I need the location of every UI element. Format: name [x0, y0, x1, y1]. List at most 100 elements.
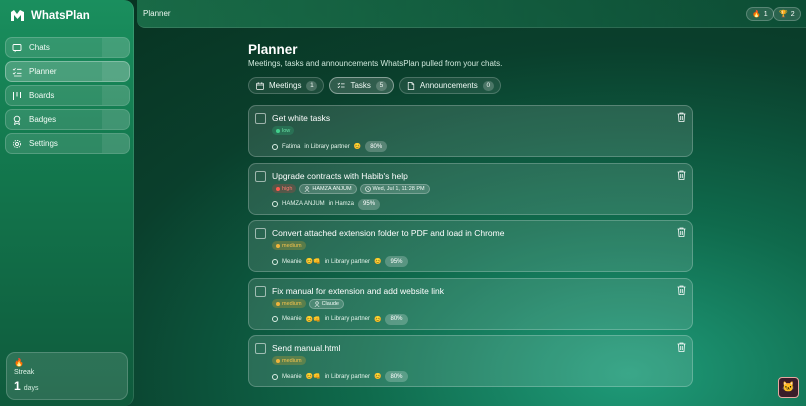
- task-card: Upgrade contracts with Habib's help high…: [248, 162, 693, 215]
- trash-icon[interactable]: [677, 285, 686, 295]
- tab-label: Meetings: [269, 81, 302, 90]
- planner-tabs: Meetings 1 Tasks 5 Announcements 0: [248, 77, 501, 94]
- checklist-icon: [338, 82, 346, 88]
- trash-icon[interactable]: [677, 342, 686, 352]
- priority-badge: high: [272, 184, 297, 193]
- task-checkbox[interactable]: [255, 285, 266, 297]
- brand[interactable]: WhatsPlan: [10, 9, 90, 23]
- task-card: Send manual.html medium Meanie 😊👊 in Lib…: [248, 335, 693, 387]
- streak-value: 1: [14, 379, 21, 393]
- sidebar-item-settings[interactable]: Settings: [5, 133, 130, 154]
- task-chat: in Library partner: [324, 373, 370, 380]
- tab-announcements[interactable]: Announcements 0: [398, 77, 501, 94]
- sidebar-nav: Chats Planner Boards Badges Settings: [5, 37, 130, 157]
- board-icon: [12, 91, 22, 101]
- confidence-badge: 80%: [365, 141, 388, 152]
- task-chat: in Library partner: [304, 143, 350, 150]
- task-person: Fatima: [282, 143, 301, 150]
- confidence-badge: 80%: [385, 371, 408, 382]
- streak-card: 🔥 Streak 1 days: [6, 352, 128, 400]
- streak-badge-value: 1: [763, 10, 768, 18]
- sidebar-item-label: Settings: [29, 139, 58, 148]
- topbar: Planner 🔥 1 🏆 2: [137, 0, 806, 28]
- priority-badge: medium: [272, 356, 306, 365]
- sidebar-item-label: Badges: [29, 115, 57, 124]
- trash-icon[interactable]: [677, 112, 686, 122]
- page-title: Planner: [248, 42, 298, 57]
- task-card: Fix manual for extension and add website…: [248, 277, 693, 330]
- tab-label: Tasks: [350, 81, 371, 90]
- task-card: Get white tasks low Fatima in Library pa…: [248, 105, 693, 157]
- task-checkbox[interactable]: [255, 113, 266, 124]
- flame-icon: 🔥: [752, 11, 761, 18]
- tab-meetings[interactable]: Meetings 1: [248, 77, 325, 94]
- whatsplan-logo-icon: [11, 10, 24, 21]
- trophy-badge[interactable]: 🏆 2: [773, 7, 801, 21]
- task-title: Get white tasks: [272, 113, 331, 123]
- person-emoji: 😊👊: [305, 259, 321, 265]
- confidence-badge: 95%: [385, 256, 408, 267]
- chat-emoji: 😊: [374, 374, 382, 380]
- tab-count: 1: [306, 80, 318, 91]
- due-date-chip: Wed, Jul 1, 11:28 PM: [359, 183, 430, 194]
- task-title: Send manual.html: [272, 343, 341, 353]
- person-emoji: 😊👊: [305, 374, 321, 380]
- document-icon: [407, 81, 415, 90]
- task-checkbox[interactable]: [255, 170, 266, 182]
- sidebar-item-chats[interactable]: Chats: [5, 37, 130, 58]
- priority-badge: medium: [272, 241, 306, 250]
- chat-emoji: 😊: [374, 259, 382, 265]
- chat-emoji: 😊: [374, 316, 382, 323]
- task-chat: in Library partner: [324, 316, 370, 322]
- task-person: Meanie: [282, 373, 302, 380]
- avatar-icon: 🐱: [782, 382, 795, 393]
- assignee-chip: Claude: [308, 298, 344, 309]
- sidebar-item-badges[interactable]: Badges: [5, 109, 130, 130]
- task-title: Upgrade contracts with Habib's help: [272, 170, 408, 181]
- confidence-badge: 95%: [358, 198, 381, 210]
- sidebar-item-label: Chats: [29, 43, 50, 52]
- task-checkbox[interactable]: [255, 228, 266, 239]
- whatsapp-icon: [272, 373, 278, 380]
- checklist-icon: [12, 67, 22, 77]
- whatsapp-icon: [272, 258, 278, 265]
- task-checkbox[interactable]: [255, 343, 266, 354]
- avatar-button[interactable]: 🐱: [778, 377, 799, 398]
- person-icon: [314, 300, 319, 307]
- badge-icon: [12, 115, 22, 125]
- person-icon: [304, 185, 310, 192]
- chat-icon: [12, 43, 22, 53]
- calendar-icon: [256, 81, 264, 90]
- whatsapp-icon: [272, 143, 278, 150]
- streak-badge[interactable]: 🔥 1: [746, 7, 774, 21]
- task-card: Convert attached extension folder to PDF…: [248, 220, 693, 272]
- task-chat: in Hamza: [328, 201, 355, 207]
- priority-badge: medium: [272, 299, 306, 308]
- chat-emoji: 😊: [353, 144, 362, 150]
- task-chat: in Library partner: [324, 258, 370, 265]
- tab-tasks[interactable]: Tasks 5: [329, 77, 394, 94]
- task-title: Fix manual for extension and add website…: [272, 285, 444, 296]
- trophy-badge-value: 2: [790, 10, 795, 18]
- trash-icon[interactable]: [677, 227, 686, 237]
- trash-icon[interactable]: [677, 170, 686, 180]
- assignee-chip: HAMZA ANJUM: [299, 183, 357, 194]
- task-person: Meanie: [282, 316, 302, 322]
- gear-icon: [12, 139, 22, 149]
- page-subtitle: Meetings, tasks and announcements WhatsP…: [248, 59, 503, 68]
- app-name: WhatsPlan: [31, 10, 90, 22]
- sidebar-item-label: Planner: [29, 67, 57, 76]
- task-person: Meanie: [282, 258, 302, 265]
- clock-icon: [364, 185, 371, 192]
- priority-badge: low: [272, 126, 295, 135]
- task-title: Convert attached extension folder to PDF…: [272, 228, 505, 238]
- sidebar: WhatsPlan Chats Planner Boards Badges Se…: [0, 0, 134, 406]
- sidebar-item-boards[interactable]: Boards: [5, 85, 130, 106]
- task-list: Get white tasks low Fatima in Library pa…: [248, 105, 693, 393]
- whatsapp-icon: [272, 316, 278, 322]
- streak-label: Streak: [14, 369, 35, 376]
- sidebar-item-planner[interactable]: Planner: [5, 61, 130, 82]
- tab-count: 0: [482, 80, 494, 91]
- flame-icon: 🔥: [14, 358, 24, 367]
- confidence-badge: 80%: [385, 313, 408, 325]
